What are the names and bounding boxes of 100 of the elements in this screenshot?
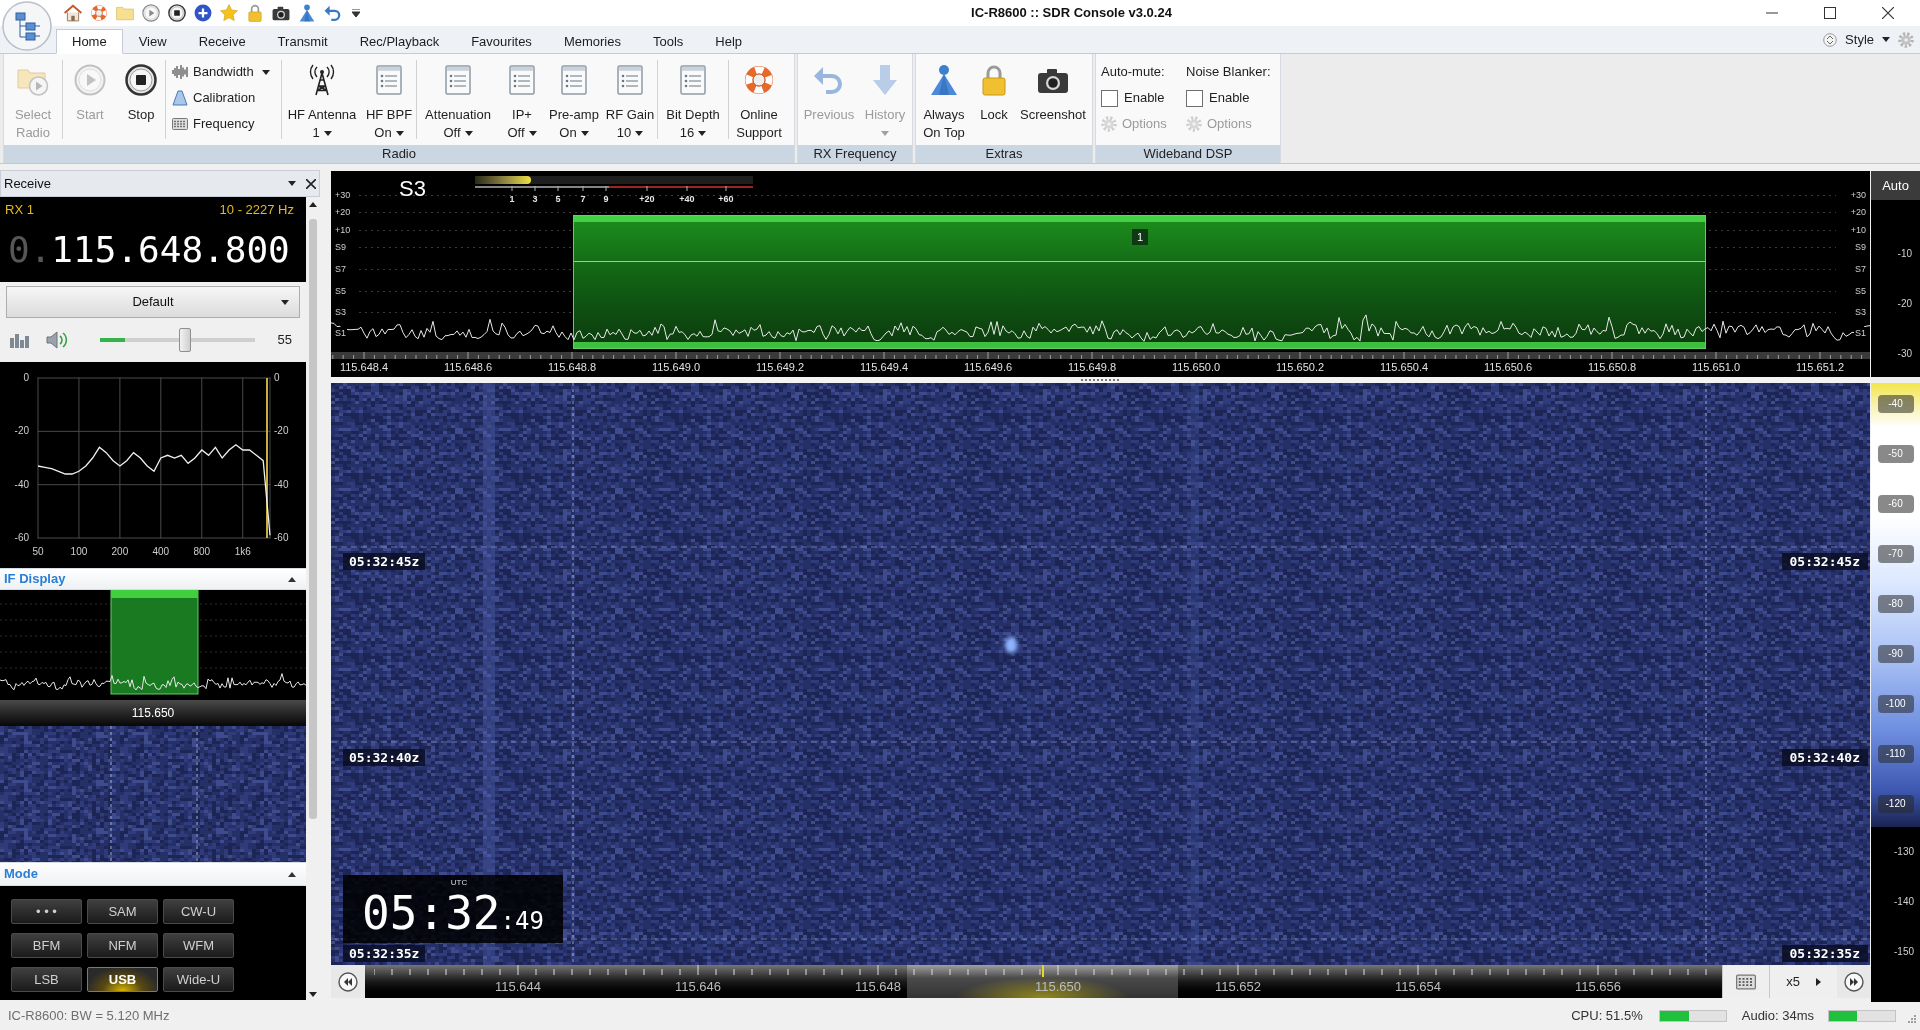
ribbon-button[interactable]: Bit Depth 16 — [658, 54, 728, 145]
menu-tab[interactable]: Receive — [182, 29, 262, 54]
auto-button[interactable]: Auto — [1871, 171, 1920, 200]
scrollbar-thumb[interactable] — [309, 219, 317, 819]
ribbon-button[interactable]: Always On Top — [916, 54, 972, 145]
close-icon[interactable] — [1882, 7, 1894, 19]
caret-icon[interactable] — [288, 181, 296, 186]
mode-button[interactable]: LSB — [11, 967, 82, 992]
menu-tab[interactable]: Transmit — [261, 29, 344, 54]
mode-button[interactable]: CW-U — [163, 899, 234, 924]
axis-label: 0 — [274, 372, 280, 384]
mode-button[interactable]: • • • — [11, 899, 82, 924]
mode-button[interactable]: SAM — [87, 899, 158, 924]
ribbon-button[interactable]: Pre-amp On — [545, 54, 603, 145]
frequency-label: 115.649.6 — [962, 360, 1014, 375]
up-down-icon[interactable] — [1823, 32, 1838, 47]
style-menu[interactable]: Style — [1845, 29, 1890, 50]
time-label: 05:32:45z — [343, 553, 426, 570]
ribbon-button[interactable]: Lock — [972, 54, 1016, 145]
caret-icon[interactable] — [288, 576, 296, 582]
stop-icon[interactable] — [168, 4, 186, 22]
ribbon-button[interactable]: Stop — [117, 54, 165, 145]
ribbon-button[interactable]: HF Antenna 1 — [282, 54, 362, 145]
caret-icon — [323, 130, 332, 136]
menu-tab[interactable]: View — [122, 29, 183, 54]
s-meter-scale-label: 1 — [508, 193, 516, 205]
camera-icon[interactable] — [272, 4, 290, 22]
ribbon-button[interactable]: Online Support — [729, 54, 789, 145]
ribbon-group-label: Extras — [916, 145, 1092, 163]
menu-tab[interactable]: Help — [699, 29, 759, 54]
slider-thumb[interactable] — [179, 328, 192, 352]
menu-tab[interactable]: Rec/Playback — [343, 29, 456, 54]
section-title: Mode — [4, 865, 38, 884]
vfo-marker[interactable]: 1 — [1132, 229, 1148, 245]
mode-button[interactable]: BFM — [11, 933, 82, 958]
zoom-button[interactable]: x5 — [1769, 965, 1837, 998]
checkbox-label[interactable]: Enable — [1124, 88, 1165, 108]
mode-button[interactable]: Wide-U — [163, 967, 234, 992]
frequency-label: 115.646 — [674, 978, 722, 996]
ribbon-button[interactable]: Calibration — [172, 85, 256, 111]
level-label: +30 — [334, 189, 352, 201]
menu-tab[interactable]: Home — [56, 29, 123, 54]
caret-icon — [698, 130, 707, 136]
maximize-icon[interactable] — [1824, 7, 1836, 19]
home-icon[interactable] — [64, 4, 82, 22]
level-label: -20 — [1897, 297, 1912, 311]
tuning-marker — [1042, 965, 1044, 977]
menu-tab[interactable]: Tools — [636, 29, 700, 54]
frequency-label: 115.650.4 — [1378, 360, 1430, 375]
orb-icon[interactable] — [2, 1, 52, 51]
lifebuoy-icon[interactable] — [90, 4, 108, 22]
close-icon[interactable] — [306, 178, 316, 189]
resize-grip-icon[interactable] — [1906, 1012, 1916, 1023]
ribbon-button[interactable]: IP+ Off — [499, 54, 545, 145]
ribbon-button[interactable]: Attenuation Off — [417, 54, 499, 145]
star-icon[interactable] — [220, 4, 238, 22]
ribbon-button[interactable]: HF BPF On — [362, 54, 416, 145]
keyboard-button[interactable] — [1722, 965, 1769, 998]
fast-forward-icon[interactable] — [1843, 971, 1864, 992]
stop-icon — [125, 64, 157, 96]
mode-button[interactable]: WFM — [163, 933, 234, 958]
axis-label: -20 — [13, 425, 30, 438]
level-label: -40 — [1877, 395, 1914, 413]
scroll-down-icon[interactable] — [309, 992, 317, 997]
cpu-label: CPU: 51.5% — [1571, 1007, 1643, 1026]
gear-icon — [1101, 116, 1117, 132]
level-label: -50 — [1877, 445, 1914, 463]
s-meter-scale-label: +60 — [717, 193, 735, 205]
speaker-icon[interactable] — [46, 331, 68, 349]
rewind-icon[interactable] — [338, 971, 358, 992]
checkbox[interactable] — [1101, 89, 1118, 107]
audio-label: Audio: 34ms — [1741, 1007, 1814, 1026]
ribbon-button[interactable]: Frequency — [172, 111, 255, 137]
mode-button[interactable]: NFM — [87, 933, 158, 958]
ribbon-button[interactable]: Bandwidth — [172, 59, 270, 85]
waveform-icon — [172, 64, 188, 80]
plus-icon[interactable] — [194, 4, 212, 22]
axis-label: -60 — [13, 532, 30, 544]
customize-caret-icon[interactable] — [352, 9, 360, 17]
ribbon-button[interactable]: Screenshot — [1016, 54, 1090, 145]
axis-label: -20 — [274, 425, 289, 438]
checkbox-label[interactable]: Enable — [1209, 88, 1250, 108]
menu-tab[interactable]: Favourites — [455, 29, 548, 54]
preset-dropdown[interactable]: Default — [6, 286, 300, 318]
lock-icon[interactable] — [246, 4, 264, 22]
ribbon-button[interactable]: RF Gain 10 — [603, 54, 657, 145]
checkbox[interactable] — [1186, 89, 1203, 107]
undo-icon[interactable] — [324, 4, 342, 22]
bar-chart-icon[interactable] — [10, 332, 30, 348]
ribbon-group-label: Wideband DSP — [1096, 145, 1280, 163]
tuning-ruler[interactable]: 115.644 115.646 115.648 115.650 115.652 115.654 115.656 — [365, 965, 1722, 998]
frequency-label: 115.652 — [1214, 978, 1262, 996]
play-icon[interactable] — [142, 4, 160, 22]
level-label: S9 — [1854, 241, 1867, 253]
caret-icon[interactable] — [288, 871, 296, 877]
mode-button[interactable]: USB — [87, 967, 158, 992]
cone-icon[interactable] — [298, 4, 316, 22]
menu-tab[interactable]: Memories — [547, 29, 637, 54]
scroll-up-icon[interactable] — [309, 202, 317, 207]
s-meter-reading: S3 — [399, 176, 426, 202]
